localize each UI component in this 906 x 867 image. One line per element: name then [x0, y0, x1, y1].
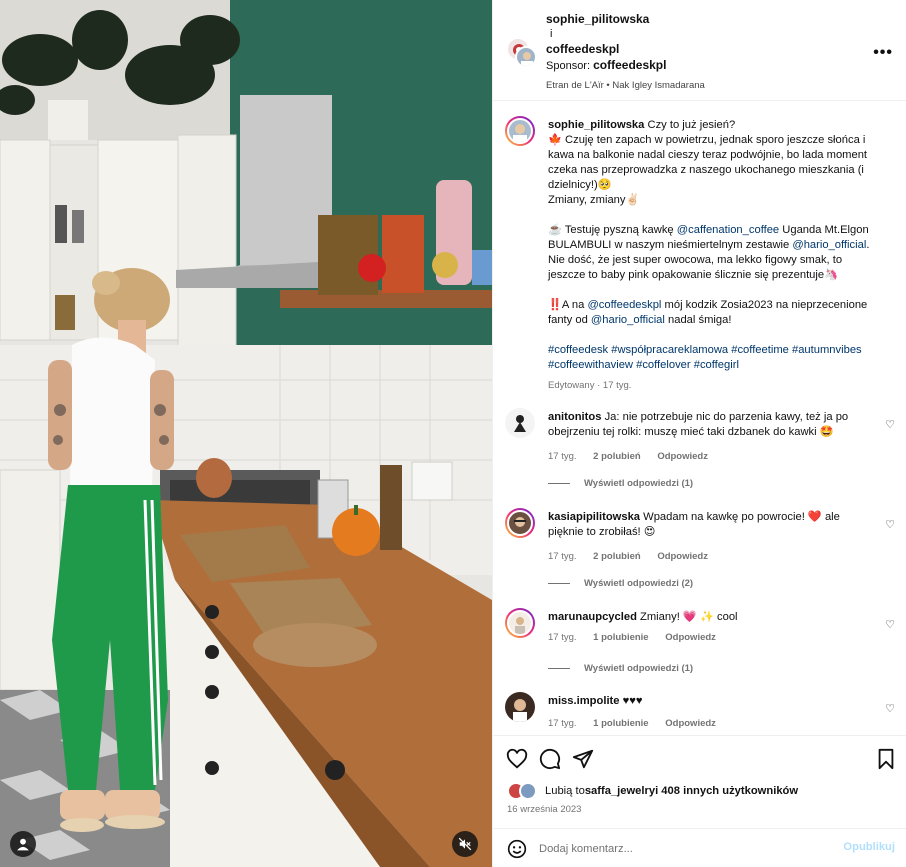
comments-section[interactable]: sophie_pilitowska Czy to już jesień? 🍁 C… — [493, 102, 906, 734]
header-conjunction: i — [550, 28, 553, 40]
heart-icon: ♡ — [885, 703, 895, 715]
view-replies-label: Wyświetl odpowiedzi (1) — [584, 663, 694, 674]
publish-button[interactable]: Opublikuj — [843, 841, 895, 853]
caption-body: sophie_pilitowska Czy to już jesień? 🍁 C… — [548, 118, 878, 393]
avatar-sophie — [515, 46, 537, 68]
comment-body: marunaupcycled Zmiany! 💗 ✨ cool 17 tyg. … — [548, 610, 878, 645]
mention-link[interactable]: @hario_official — [591, 314, 665, 326]
caption-line-3: Zmiany, zmiany✌🏻 — [548, 194, 640, 206]
likes-suffix[interactable]: i 408 innych użytkowników — [655, 785, 798, 797]
sponsor-name[interactable]: coffeedeskpl — [593, 58, 666, 72]
comment-body: anitonitos Ja: nie potrzebuje nic do par… — [548, 410, 878, 464]
caption-avatar[interactable] — [505, 116, 535, 146]
user-tag-icon — [17, 838, 29, 851]
comment-body: miss.impolite ♥♥♥ 17 tyg. 1 polubienie O… — [548, 694, 878, 731]
paper-plane-icon — [572, 749, 594, 769]
collab-avatars[interactable] — [507, 38, 537, 68]
caption-line-1: Czy to już jesień? — [647, 119, 736, 131]
reply-button[interactable]: Odpowiedz — [665, 632, 716, 643]
comment-like-button[interactable]: ♡ — [885, 418, 895, 431]
kitchen-scene-image — [0, 0, 492, 867]
comment-author[interactable]: marunaupcycled — [548, 611, 637, 623]
post-actions: Lubią to saffa_jewelry i 408 innych użyt… — [493, 735, 906, 827]
view-replies-button[interactable]: Wyświetl odpowiedzi (1) — [548, 663, 693, 674]
heart-icon: ♡ — [885, 519, 895, 531]
comment-text: ♥♥♥ — [622, 695, 643, 707]
comment-button[interactable] — [539, 748, 561, 770]
likers-avatars — [507, 782, 539, 800]
caption-edited: Edytowany · 17 tyg. — [548, 380, 632, 391]
view-replies-label: Wyświetl odpowiedzi (2) — [584, 578, 694, 589]
comment-likes[interactable]: 1 polubienie — [593, 718, 648, 729]
comment-likes[interactable]: 2 polubień — [593, 451, 641, 462]
comment-likes[interactable]: 2 polubień — [593, 551, 641, 562]
audio-track[interactable]: Etran de L'Aïr • Nak Igley Ismadarana — [546, 78, 705, 93]
caption-author[interactable]: sophie_pilitowska — [548, 119, 644, 131]
header-username-1[interactable]: sophie_pilitowska — [546, 12, 705, 27]
caption-line-2: 🍁 Czuję ten zapach w powietrzu, jednak s… — [548, 134, 868, 191]
comment-like-button[interactable]: ♡ — [885, 618, 895, 631]
like-button[interactable] — [506, 748, 528, 770]
likes-prefix: Lubią to — [545, 785, 585, 797]
comment-time: 17 tyg. — [548, 718, 577, 729]
sponsor-label: Sponsor: — [546, 60, 594, 72]
emoji-button[interactable] — [507, 839, 527, 859]
post-sidebar: sophie_pilitowska i coffeedeskpl Sponsor… — [492, 0, 906, 867]
mention-link[interactable]: @hario_official — [792, 239, 866, 251]
post-date: 16 września 2023 — [507, 804, 582, 815]
comment-time: 17 tyg. — [548, 451, 577, 462]
comment-avatar[interactable] — [505, 608, 535, 638]
comment-like-button[interactable]: ♡ — [885, 702, 895, 715]
bookmark-icon — [878, 748, 894, 770]
emoji-smile-icon — [507, 839, 527, 859]
view-replies-label: Wyświetl odpowiedzi (1) — [584, 478, 694, 489]
hashtags[interactable]: #coffeedesk #współpracareklamowa #coffee… — [548, 343, 878, 373]
comment-author[interactable]: miss.impolite — [548, 695, 620, 707]
comment-author[interactable]: anitonitos — [548, 411, 601, 423]
mention-link[interactable]: @caffenation_coffee — [677, 224, 779, 236]
reply-button[interactable]: Odpowiedz — [657, 451, 708, 462]
comment-avatar[interactable] — [505, 692, 535, 722]
post-media[interactable] — [0, 0, 492, 867]
comment-input[interactable] — [539, 839, 829, 859]
caption-paragraph-2: ☕️ Testuję pyszną kawkę @caffenation_cof… — [548, 223, 878, 283]
more-options-button[interactable]: ••• — [873, 44, 893, 62]
heart-icon: ♡ — [885, 419, 895, 431]
mute-button[interactable] — [452, 831, 478, 857]
mention-link[interactable]: @coffeedeskpl — [587, 299, 661, 311]
header-username-2[interactable]: coffeedeskpl — [546, 42, 705, 57]
comment-avatar[interactable] — [505, 408, 535, 438]
comment-icon — [539, 748, 561, 770]
post-header: sophie_pilitowska i coffeedeskpl Sponsor… — [493, 0, 906, 101]
caption-text: nadal śmiga! — [664, 314, 732, 326]
heart-icon: ♡ — [885, 619, 895, 631]
more-horizontal-icon: ••• — [873, 44, 893, 61]
share-button[interactable] — [572, 748, 594, 770]
comment-time: 17 tyg. — [548, 632, 577, 643]
save-button[interactable] — [875, 748, 897, 770]
comment-time: 17 tyg. — [548, 551, 577, 562]
reply-button[interactable]: Odpowiedz — [665, 718, 716, 729]
comment-body: kasiapipilitowska Wpadam na kawkę po pow… — [548, 510, 878, 564]
tagged-users-button[interactable] — [10, 831, 36, 857]
comment-like-button[interactable]: ♡ — [885, 518, 895, 531]
caption-text: ☕️ Testuję pyszną kawkę — [548, 224, 677, 236]
view-replies-button[interactable]: Wyświetl odpowiedzi (2) — [548, 578, 693, 589]
caption-paragraph-3: ‼️A na @coffeedeskpl mój kodzik Zosia202… — [548, 298, 878, 328]
heart-icon — [506, 748, 528, 769]
caption-text: ‼️A na — [548, 299, 588, 311]
comment-likes[interactable]: 1 polubienie — [593, 632, 648, 643]
likes-summary[interactable]: Lubią to saffa_jewelry i 408 innych użyt… — [507, 782, 798, 800]
likes-user[interactable]: saffa_jewelry — [585, 785, 655, 797]
comment-text: Zmiany! 💗 ✨ cool — [640, 611, 738, 623]
reply-button[interactable]: Odpowiedz — [657, 551, 708, 562]
comment-composer: Opublikuj — [493, 828, 906, 867]
view-replies-button[interactable]: Wyświetl odpowiedzi (1) — [548, 478, 693, 489]
comment-avatar[interactable] — [505, 508, 535, 538]
comment-author[interactable]: kasiapipilitowska — [548, 511, 640, 523]
muted-speaker-icon — [458, 837, 472, 851]
